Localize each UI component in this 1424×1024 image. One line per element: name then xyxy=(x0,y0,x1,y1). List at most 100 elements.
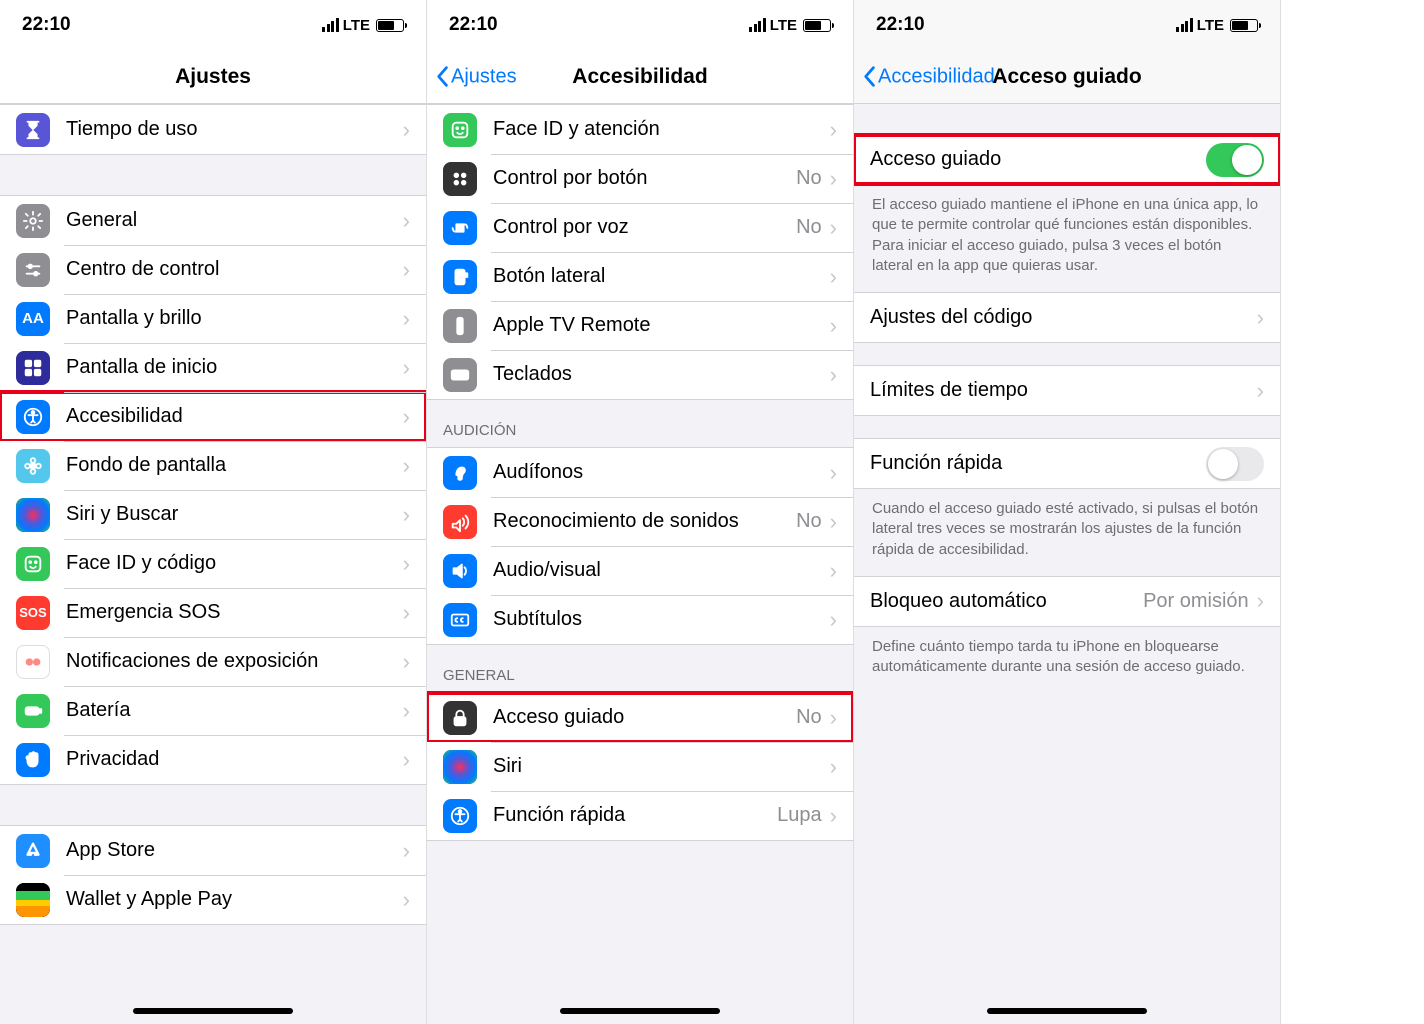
status-time: 22:10 xyxy=(22,14,71,36)
chevron-right-icon: › xyxy=(830,362,837,388)
status-bar: 22:10 LTE xyxy=(0,0,426,50)
home-indicator[interactable] xyxy=(987,1008,1147,1014)
row-label: Ajustes del código xyxy=(870,306,1257,329)
chevron-right-icon: › xyxy=(830,460,837,486)
chevron-right-icon: › xyxy=(830,607,837,633)
signal-icon xyxy=(749,18,766,32)
chevron-left-icon xyxy=(862,66,876,88)
bateria-icon xyxy=(16,694,50,728)
row-reconocimiento-sonidos[interactable]: Reconocimiento de sonidos No› xyxy=(427,497,853,546)
chevron-right-icon: › xyxy=(403,404,410,430)
row-audifonos[interactable]: Audífonos › xyxy=(427,448,853,497)
back-button[interactable]: Ajustes xyxy=(435,65,517,88)
chevron-right-icon: › xyxy=(1257,588,1264,614)
chevron-right-icon: › xyxy=(830,558,837,584)
row-label: Wallet y Apple Pay xyxy=(66,888,403,911)
row-teclados[interactable]: Teclados › xyxy=(427,350,853,399)
back-label: Ajustes xyxy=(451,65,517,88)
siri-buscar-icon xyxy=(16,498,50,532)
row-general[interactable]: General › xyxy=(0,196,426,245)
row-label: Límites de tiempo xyxy=(870,379,1257,402)
page-title: Ajustes xyxy=(175,65,251,89)
row-label: Apple TV Remote xyxy=(493,314,830,337)
row-siri[interactable]: Siri › xyxy=(427,742,853,791)
faceid-codigo-icon xyxy=(16,547,50,581)
row-centro-control[interactable]: Centro de control › xyxy=(0,245,426,294)
row-ajustes-codigo[interactable]: Ajustes del código › xyxy=(854,293,1280,342)
chevron-right-icon: › xyxy=(403,600,410,626)
row-detail: No xyxy=(796,706,822,729)
fondo-pantalla-icon xyxy=(16,449,50,483)
row-apple-tv-remote[interactable]: Apple TV Remote › xyxy=(427,301,853,350)
chevron-right-icon: › xyxy=(830,166,837,192)
chevron-right-icon: › xyxy=(403,747,410,773)
row-subtitulos[interactable]: Subtítulos › xyxy=(427,595,853,644)
chevron-right-icon: › xyxy=(830,509,837,535)
row-faceid-codigo[interactable]: Face ID y código › xyxy=(0,539,426,588)
row-wallet[interactable]: Wallet y Apple Pay › xyxy=(0,875,426,924)
row-label: Privacidad xyxy=(66,748,403,771)
row-bloqueo-automatico[interactable]: Bloqueo automático Por omisión› xyxy=(854,577,1280,626)
nav-bar: Ajustes Accesibilidad xyxy=(427,50,853,104)
network-label: LTE xyxy=(343,17,370,34)
row-acceso-guiado[interactable]: Acceso guiado No› xyxy=(427,693,853,742)
row-detail: No xyxy=(796,167,822,190)
battery-icon xyxy=(376,19,404,32)
chevron-right-icon: › xyxy=(403,649,410,675)
row-siri-buscar[interactable]: Siri y Buscar › xyxy=(0,490,426,539)
row-fondo-pantalla[interactable]: Fondo de pantalla › xyxy=(0,441,426,490)
funcion-rapida-toggle[interactable] xyxy=(1206,447,1264,481)
footer-text: Cuando el acceso guiado esté activado, s… xyxy=(854,489,1280,576)
chevron-right-icon: › xyxy=(403,257,410,283)
signal-icon xyxy=(1176,18,1193,32)
row-emergencia-sos[interactable]: SOS Emergencia SOS › xyxy=(0,588,426,637)
chevron-right-icon: › xyxy=(830,803,837,829)
chevron-right-icon: › xyxy=(403,551,410,577)
row-faceid-atencion[interactable]: Face ID y atención › xyxy=(427,105,853,154)
chevron-right-icon: › xyxy=(830,264,837,290)
row-label: Función rápida xyxy=(870,452,1206,475)
row-tiempo-uso[interactable]: Tiempo de uso › xyxy=(0,105,426,154)
screen-acceso-guiado: 22:10 LTE Accesibilidad Acceso guiado Ac… xyxy=(854,0,1281,1024)
reconocimiento-sonidos-icon xyxy=(443,505,477,539)
row-privacidad[interactable]: Privacidad › xyxy=(0,735,426,784)
nav-bar: Accesibilidad Acceso guiado xyxy=(854,50,1280,104)
signal-icon xyxy=(322,18,339,32)
home-indicator[interactable] xyxy=(133,1008,293,1014)
row-control-boton[interactable]: Control por botón No› xyxy=(427,154,853,203)
row-pantalla-inicio[interactable]: Pantalla de inicio › xyxy=(0,343,426,392)
row-label: Batería xyxy=(66,699,403,722)
row-acceso-guiado-toggle: Acceso guiado xyxy=(854,135,1280,184)
row-accesibilidad[interactable]: Accesibilidad › xyxy=(0,392,426,441)
row-pantalla-brillo[interactable]: AA Pantalla y brillo › xyxy=(0,294,426,343)
row-boton-lateral[interactable]: Botón lateral › xyxy=(427,252,853,301)
back-button[interactable]: Accesibilidad xyxy=(862,65,995,88)
chevron-right-icon: › xyxy=(830,117,837,143)
centro-control-icon xyxy=(16,253,50,287)
row-detail: Por omisión xyxy=(1143,590,1249,613)
row-detail: No xyxy=(796,510,822,533)
acceso-guiado-toggle[interactable] xyxy=(1206,143,1264,177)
chevron-right-icon: › xyxy=(830,313,837,339)
audifonos-icon xyxy=(443,456,477,490)
row-control-voz[interactable]: Control por voz No› xyxy=(427,203,853,252)
row-label: Acceso guiado xyxy=(870,148,1206,171)
chevron-right-icon: › xyxy=(403,887,410,913)
row-bateria[interactable]: Batería › xyxy=(0,686,426,735)
row-label: Subtítulos xyxy=(493,608,830,631)
back-label: Accesibilidad xyxy=(878,65,995,88)
battery-icon xyxy=(803,19,831,32)
row-app-store[interactable]: App Store › xyxy=(0,826,426,875)
network-label: LTE xyxy=(770,17,797,34)
audio-visual-icon xyxy=(443,554,477,588)
row-funcion-rapida[interactable]: Función rápida Lupa› xyxy=(427,791,853,840)
home-indicator[interactable] xyxy=(560,1008,720,1014)
chevron-right-icon: › xyxy=(1257,305,1264,331)
section-header: GENERAL xyxy=(427,645,853,692)
row-notif-expo[interactable]: Notificaciones de exposición › xyxy=(0,637,426,686)
row-limites-tiempo[interactable]: Límites de tiempo › xyxy=(854,366,1280,415)
chevron-right-icon: › xyxy=(403,117,410,143)
row-audio-visual[interactable]: Audio/visual › xyxy=(427,546,853,595)
nav-bar: Ajustes xyxy=(0,50,426,104)
row-label: General xyxy=(66,209,403,232)
